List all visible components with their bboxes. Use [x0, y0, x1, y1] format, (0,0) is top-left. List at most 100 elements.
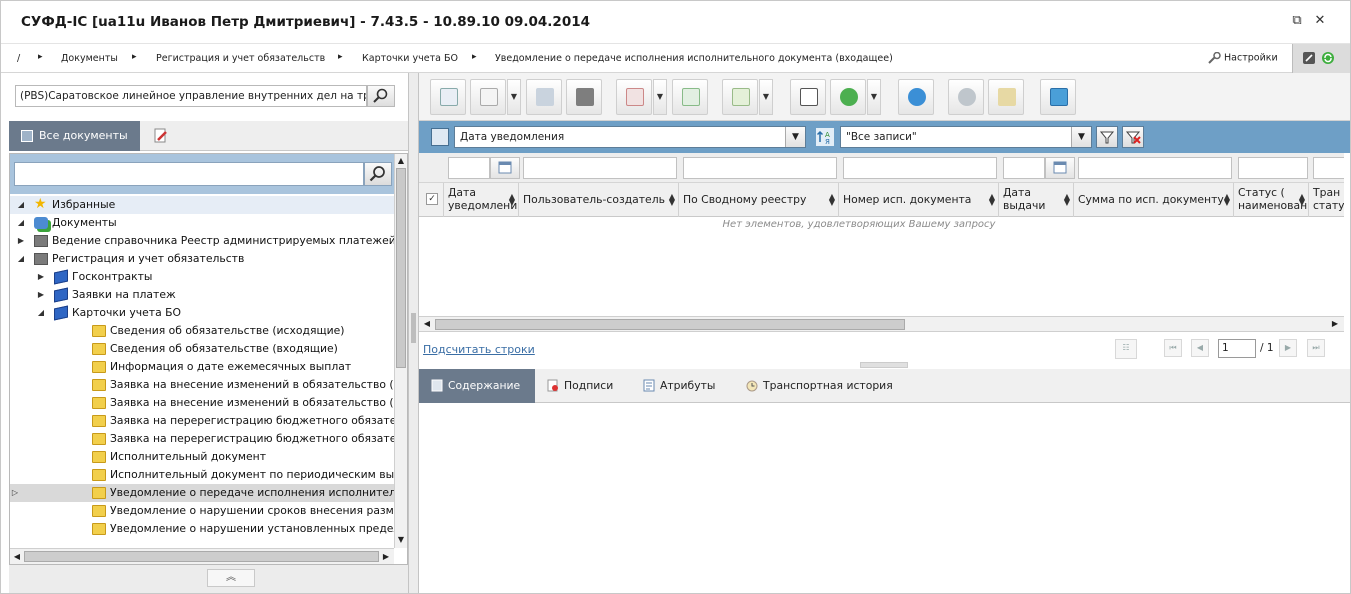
- scroll-up-icon[interactable]: ▲: [395, 155, 407, 167]
- select-all-column[interactable]: ✓: [419, 183, 444, 217]
- tab-content[interactable]: Содержание: [419, 369, 535, 403]
- breadcrumb-item-cards[interactable]: Карточки учета БО: [362, 53, 458, 64]
- tree-item[interactable]: Уведомление о нарушении установленных пр…: [10, 520, 394, 538]
- tab-attributes[interactable]: Атрибуты: [643, 369, 715, 403]
- close-icon[interactable]: ✕: [1312, 13, 1328, 29]
- prev-page-icon[interactable]: ◀: [1191, 339, 1209, 357]
- filter-user-creator[interactable]: [523, 157, 677, 179]
- calendar-icon[interactable]: [490, 157, 520, 179]
- grid-settings-icon[interactable]: ☷: [1115, 339, 1137, 359]
- find-button[interactable]: [790, 79, 826, 115]
- tree-item[interactable]: Заявка на внесение изменений в обязатель…: [10, 394, 394, 412]
- organization-field[interactable]: (PBS)Саратовское линейное управление вну…: [15, 85, 367, 107]
- export-dropdown[interactable]: ▼: [759, 79, 773, 115]
- clear-filter-button[interactable]: [1122, 126, 1144, 148]
- tree-item[interactable]: Сведения об обязательстве (входящие): [10, 340, 394, 358]
- tree-item[interactable]: ▶ Госконтракты: [10, 268, 394, 286]
- scroll-right-icon[interactable]: ▶: [380, 551, 392, 563]
- filter-amount[interactable]: [1078, 157, 1232, 179]
- print-button[interactable]: [566, 79, 602, 115]
- collapse-panel-button[interactable]: ︽: [207, 569, 255, 587]
- delete-dropdown[interactable]: ▼: [507, 79, 521, 115]
- scroll-left-icon[interactable]: ◀: [11, 551, 23, 563]
- chevron-down-icon[interactable]: ▼: [785, 127, 805, 147]
- tree-item[interactable]: ▶ Заявки на платеж: [10, 286, 394, 304]
- download-button[interactable]: [830, 79, 866, 115]
- restore-icon[interactable]: ⧉: [1289, 13, 1305, 29]
- tab-transport-history[interactable]: Транспортная история: [746, 369, 893, 403]
- tree-item[interactable]: Заявка на перерегистрацию бюджетного обя…: [10, 412, 394, 430]
- tab-signatures[interactable]: Подписи: [547, 369, 613, 403]
- breadcrumb-item-documents[interactable]: Документы: [61, 53, 118, 64]
- tree-item[interactable]: ▶ Ведение справочника Реестр администриру…: [10, 232, 394, 250]
- expand-right-icon[interactable]: ▶: [36, 268, 46, 286]
- exit-button[interactable]: [1040, 79, 1076, 115]
- last-page-icon[interactable]: ⏭: [1307, 339, 1325, 357]
- column-header-user-creator[interactable]: Пользователь-создатель ▲ ▼: [519, 183, 679, 217]
- column-header-notice-date[interactable]: Дата уведомлени ▲ ▼: [444, 183, 519, 217]
- tab-all-documents[interactable]: Все документы: [9, 121, 140, 151]
- grid-horizontal-scrollbar[interactable]: ◀ ▶: [419, 316, 1344, 332]
- records-filter-select[interactable]: "Все записи" ▼: [840, 126, 1092, 148]
- tree-item[interactable]: Заявка на внесение изменений в обязатель…: [10, 376, 394, 394]
- column-header-issue-date[interactable]: Дата выдачи ▲ ▼: [999, 183, 1074, 217]
- filter-doc-number[interactable]: [843, 157, 997, 179]
- expand-down-icon[interactable]: ◢: [16, 214, 26, 232]
- filter-date-notice[interactable]: [448, 157, 490, 179]
- tree-item[interactable]: ◢ Документы: [10, 214, 394, 232]
- check-sign-button[interactable]: [672, 79, 708, 115]
- tree-item[interactable]: ▷ Уведомление о передаче исполнения испол…: [10, 484, 394, 502]
- download-dropdown[interactable]: ▼: [867, 79, 881, 115]
- scroll-right-icon[interactable]: ▶: [1329, 318, 1341, 330]
- filter-status[interactable]: [1238, 157, 1308, 179]
- split-grip[interactable]: [860, 362, 908, 368]
- expand-right-icon[interactable]: ▶: [16, 232, 26, 250]
- column-header-summary-register[interactable]: По Сводному реестру ▲ ▼: [679, 183, 839, 217]
- tree-search-button[interactable]: [364, 162, 392, 186]
- sort-order-icon[interactable]: AЯ: [816, 128, 834, 146]
- disconnect-icon[interactable]: [1302, 51, 1316, 65]
- splitter-grip[interactable]: [411, 313, 416, 343]
- filter-issue-date[interactable]: [1003, 157, 1045, 179]
- filter-summary-register[interactable]: [683, 157, 837, 179]
- tree-item[interactable]: Исполнительный документ: [10, 448, 394, 466]
- expand-right-icon[interactable]: ▶: [36, 286, 46, 304]
- export-button[interactable]: [722, 79, 758, 115]
- grid-horizontal-scroll-thumb[interactable]: [435, 319, 905, 330]
- tree-item[interactable]: Исполнительный документ по периодическим…: [10, 466, 394, 484]
- first-page-icon[interactable]: ⏮: [1164, 339, 1182, 357]
- tree-item[interactable]: ◢ Регистрация и учет обязательств: [10, 250, 394, 268]
- scroll-down-icon[interactable]: ▼: [395, 534, 407, 546]
- settings-button[interactable]: [948, 79, 984, 115]
- count-rows-link[interactable]: Подсчитать строки: [423, 343, 535, 356]
- archive-button[interactable]: [988, 79, 1024, 115]
- panel-splitter[interactable]: [409, 73, 419, 593]
- folder-open-icon[interactable]: [431, 128, 449, 146]
- select-all-checkbox[interactable]: ✓: [426, 193, 438, 205]
- column-header-status[interactable]: Статус ( наименован ▲ ▼: [1234, 183, 1309, 217]
- expand-down-icon[interactable]: ◢: [36, 304, 46, 322]
- settings-link[interactable]: Настройки: [1207, 52, 1278, 64]
- delete-button[interactable]: [470, 79, 506, 115]
- tree-item[interactable]: ◢ Карточки учета БО: [10, 304, 394, 322]
- tree-horizontal-scroll-thumb[interactable]: [24, 551, 379, 562]
- filter-transport-status[interactable]: [1313, 157, 1344, 179]
- expand-down-icon[interactable]: ◢: [16, 196, 26, 214]
- chevron-down-icon[interactable]: ▼: [1071, 127, 1091, 147]
- date-field-select[interactable]: Дата уведомления ▼: [454, 126, 806, 148]
- page-number-input[interactable]: 1: [1218, 339, 1256, 358]
- organization-search-button[interactable]: [367, 85, 395, 107]
- sync-icon[interactable]: [1321, 51, 1335, 65]
- sign-dropdown[interactable]: ▼: [653, 79, 667, 115]
- filter-button[interactable]: [1096, 126, 1118, 148]
- next-page-icon[interactable]: ▶: [1279, 339, 1297, 357]
- tree-item[interactable]: Уведомление о нарушении сроков внесения …: [10, 502, 394, 520]
- expand-right-icon[interactable]: ▷: [10, 484, 20, 502]
- calendar-icon[interactable]: [1045, 157, 1075, 179]
- view-button[interactable]: [430, 79, 466, 115]
- tree-item[interactable]: ◢ ★ Избранные: [10, 196, 394, 214]
- refresh-button[interactable]: [898, 79, 934, 115]
- tree-item[interactable]: Сведения об обязательстве (исходящие): [10, 322, 394, 340]
- edit-document-icon[interactable]: [152, 127, 170, 145]
- tree-horizontal-scrollbar[interactable]: ◀ ▶: [10, 548, 394, 564]
